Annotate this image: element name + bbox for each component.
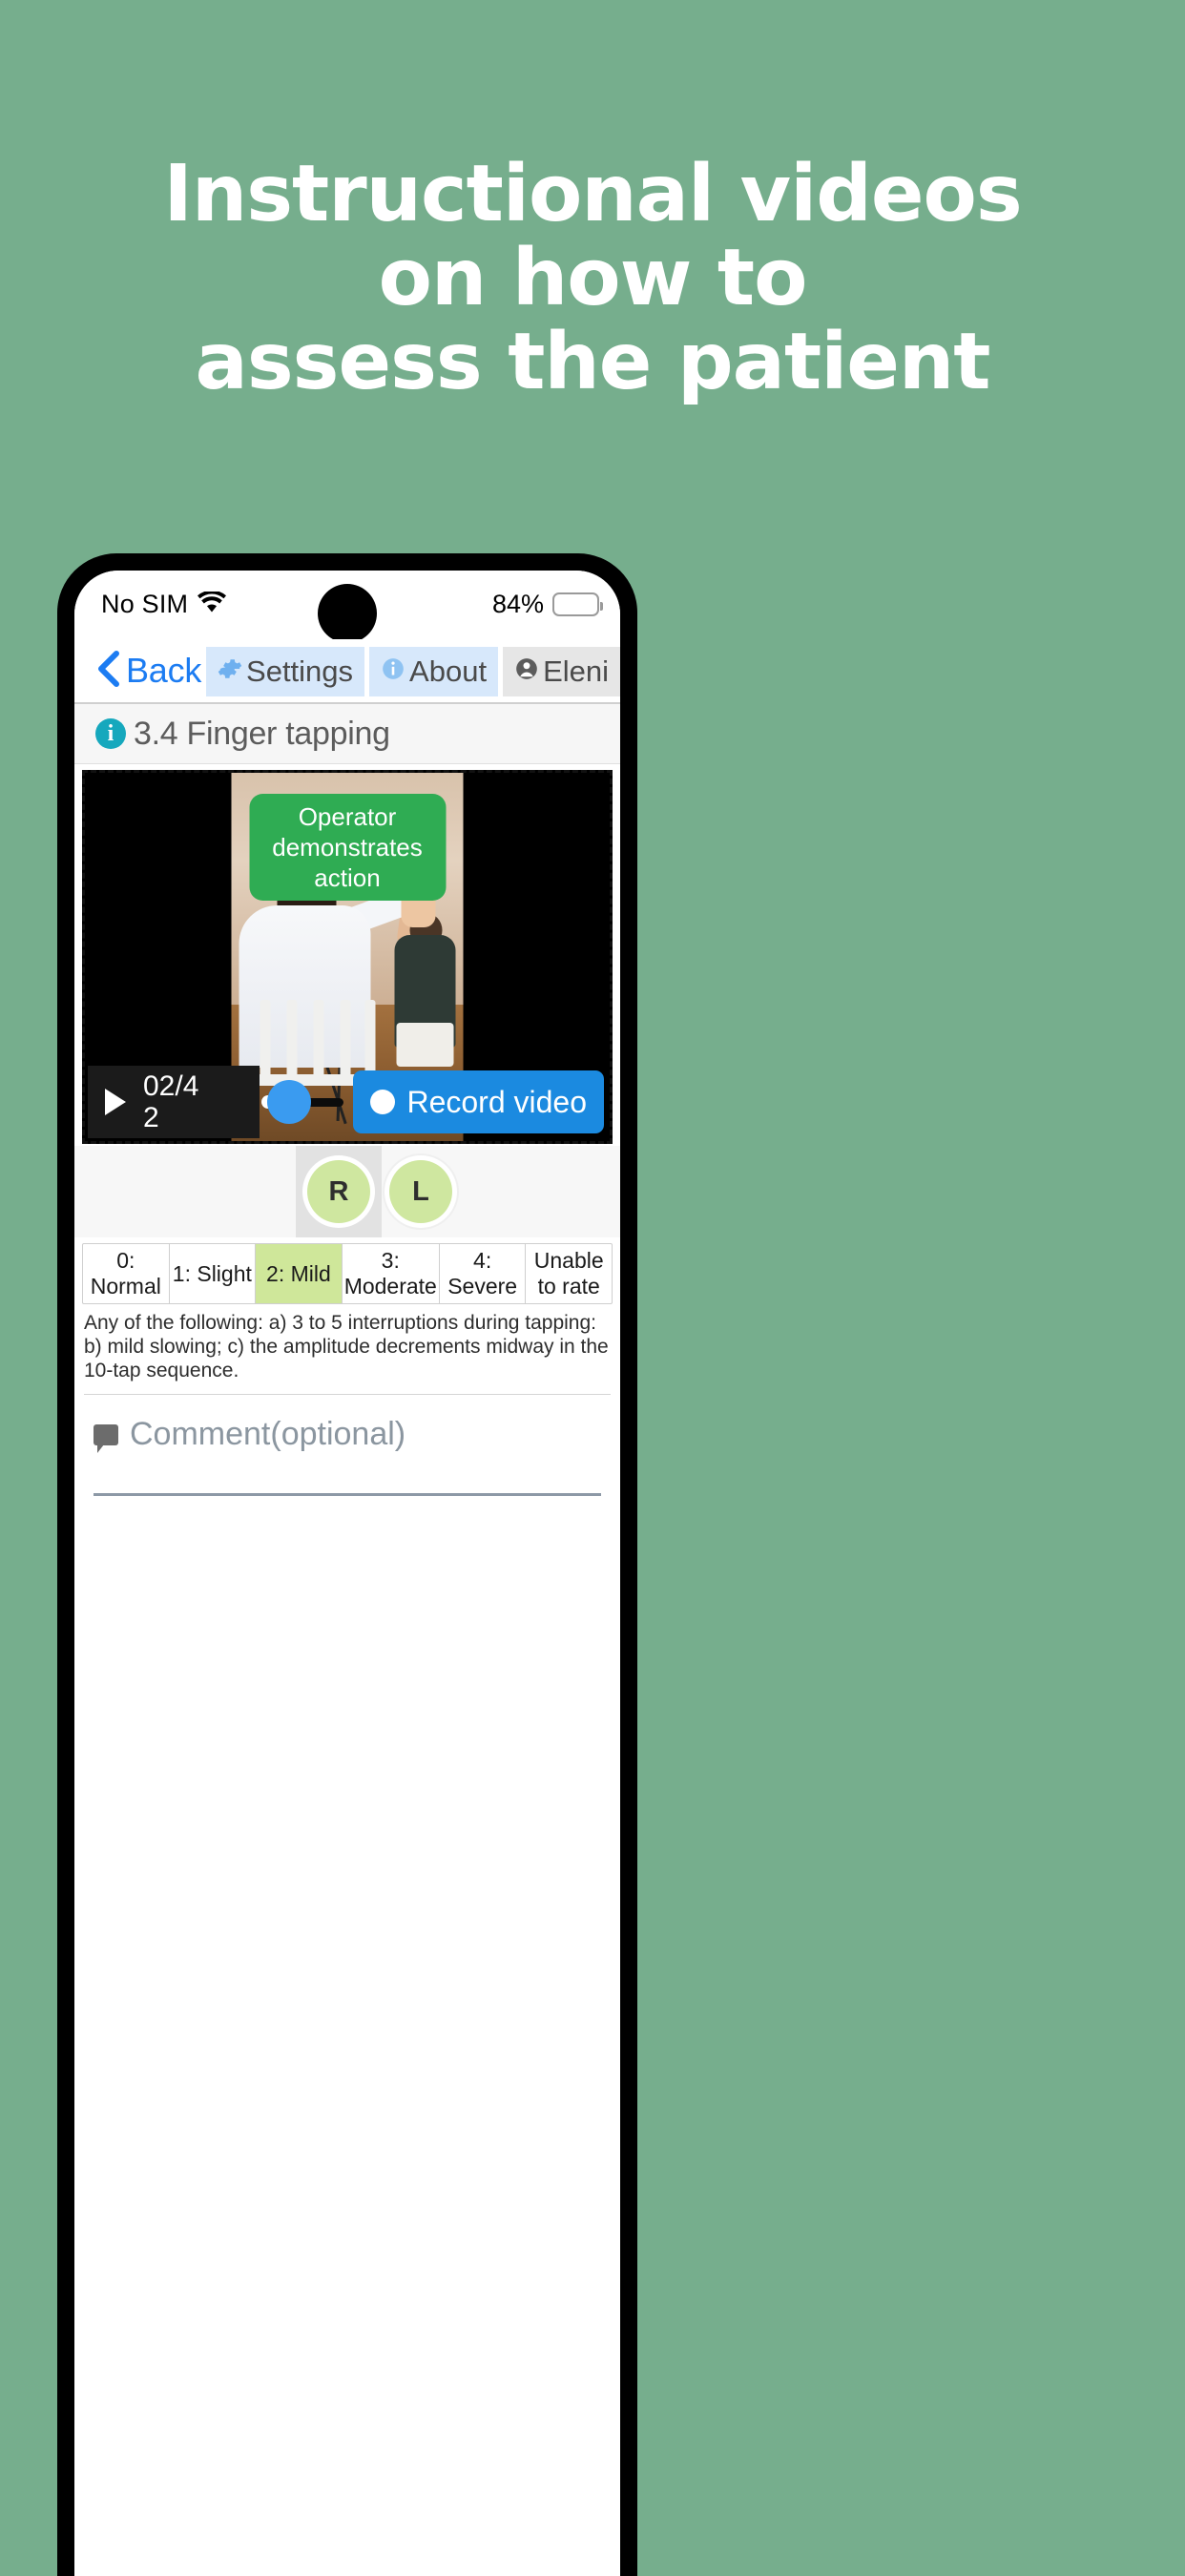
status-bar: No SIM 84% (74, 571, 620, 643)
headline-line-1: Instructional videos (163, 149, 1022, 239)
camera-notch (318, 584, 377, 643)
carrier-label: No SIM (101, 590, 189, 618)
info-badge-icon[interactable]: i (95, 718, 126, 749)
chevron-left-icon (95, 650, 120, 693)
rating-option-4[interactable]: 4: Severe (440, 1244, 527, 1303)
phone-device-frame: No SIM 84% Back Settings About Eleni i 3… (57, 553, 637, 2576)
comment-input[interactable] (94, 1493, 601, 1496)
side-selector: R L (74, 1146, 620, 1237)
status-bar-left: No SIM (101, 590, 227, 619)
record-video-label: Record video (406, 1084, 587, 1119)
rating-option-0[interactable]: 0: Normal (83, 1244, 170, 1303)
rating-description: Any of the following: a) 3 to 5 interrup… (84, 1312, 609, 1381)
wifi-icon (198, 590, 227, 617)
settings-label: Settings (246, 654, 354, 688)
video-caption-banner: Operator demonstrates action (249, 794, 446, 901)
about-label: About (409, 654, 488, 688)
section-title-bar: i 3.4 Finger tapping (74, 704, 620, 764)
video-scrubber[interactable] (260, 1066, 344, 1138)
video-time-label: 02/42 (143, 1070, 199, 1133)
comment-header: Comment(optional) (94, 1416, 601, 1453)
headline-line-2: on how to (378, 233, 808, 323)
record-video-button[interactable]: Record video (353, 1070, 604, 1133)
scrubber-knob[interactable] (267, 1080, 311, 1124)
comment-label: Comment(optional) (130, 1416, 406, 1452)
comment-section: Comment(optional) (94, 1416, 601, 1496)
promo-headline: Instructional videos on how to assess th… (0, 153, 1185, 405)
rating-option-3[interactable]: 3: Moderate (343, 1244, 440, 1303)
video-player[interactable]: Operator demonstrates action 02/42 Recor… (82, 770, 613, 1144)
user-name-label: Eleni (543, 654, 609, 688)
rating-scale: 0: Normal 1: Slight 2: Mild 3: Moderate … (82, 1243, 613, 1304)
back-button-label: Back (126, 651, 202, 690)
settings-button[interactable]: Settings (206, 647, 365, 696)
user-account-button[interactable]: Eleni (503, 647, 620, 696)
about-button[interactable]: About (369, 647, 499, 696)
user-circle-icon (514, 654, 539, 689)
comment-bubble-icon (94, 1423, 118, 1453)
side-option-right[interactable]: R (296, 1146, 382, 1237)
video-controls: 02/42 Record video (88, 1066, 607, 1138)
battery-percent-label: 84% (491, 590, 544, 618)
phone-screen: No SIM 84% Back Settings About Eleni i 3… (74, 571, 620, 2576)
section-divider (84, 1394, 611, 1395)
headline-line-3: assess the patient (195, 317, 991, 407)
page-title: 3.4 Finger tapping (134, 715, 390, 752)
side-option-left[interactable]: L (378, 1146, 464, 1237)
status-bar-right: 84% (491, 590, 603, 619)
battery-icon (552, 592, 603, 616)
info-circle-icon (381, 654, 405, 689)
back-button[interactable]: Back (95, 650, 201, 693)
rating-option-unable[interactable]: Unable to rate (526, 1244, 612, 1303)
rating-option-2[interactable]: 2: Mild (256, 1244, 343, 1303)
app-navigation-bar: Back Settings About Eleni (74, 639, 620, 704)
side-option-left-label: L (389, 1160, 452, 1223)
record-dot-icon (370, 1090, 396, 1114)
rating-option-1[interactable]: 1: Slight (170, 1244, 257, 1303)
side-option-right-label: R (307, 1160, 370, 1223)
gear-icon (218, 654, 242, 689)
play-icon[interactable] (105, 1089, 126, 1115)
nav-right-chips: Settings About Eleni (206, 647, 620, 696)
video-controls-left: 02/42 (88, 1066, 260, 1138)
